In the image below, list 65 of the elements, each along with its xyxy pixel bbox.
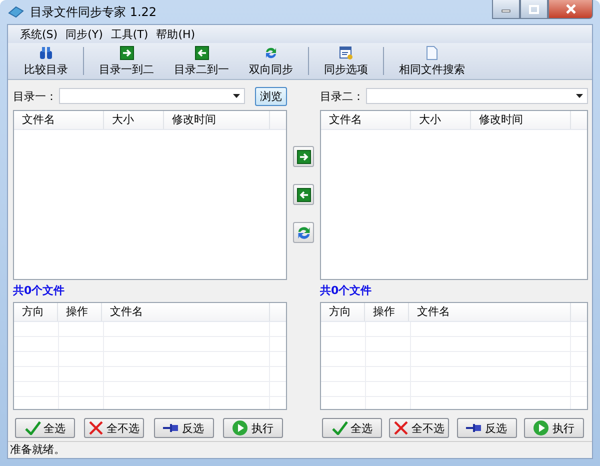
- file-count: 共0个文件: [13, 283, 66, 299]
- document-icon: [425, 46, 439, 60]
- cross-icon: [89, 421, 104, 435]
- action-button[interactable]: 执行: [524, 418, 584, 438]
- directory-label: 目录二：: [320, 88, 364, 104]
- toolbar-button[interactable]: 比较目录: [14, 43, 78, 79]
- checkmark-icon: [332, 421, 348, 435]
- column-header[interactable]: 文件名: [102, 303, 270, 321]
- close-icon: [564, 4, 576, 14]
- column-header[interactable]: 文件名: [14, 111, 104, 129]
- status-text: 准备就绪。: [10, 443, 65, 456]
- toolbar-button[interactable]: 相同文件搜索: [389, 43, 475, 79]
- sync-icon: [264, 46, 278, 60]
- column-header[interactable]: 操作: [58, 303, 102, 321]
- arrow-left-icon: [194, 46, 208, 60]
- column-header[interactable]: 方向: [321, 303, 365, 321]
- toolbar-button[interactable]: 双向同步: [239, 43, 303, 79]
- browse-button[interactable]: 浏览: [255, 86, 287, 106]
- action-button[interactable]: 全不选: [389, 418, 450, 438]
- play-icon: [232, 420, 248, 436]
- arrow-right-icon: [296, 150, 310, 164]
- directory-label: 目录一：: [13, 88, 57, 104]
- dropdown-arrow-icon: [576, 94, 583, 98]
- maximize-button[interactable]: [520, 0, 548, 19]
- cross-icon: [394, 421, 408, 435]
- menu-item[interactable]: 工具(T): [110, 26, 148, 42]
- arrow-right-icon: [120, 46, 134, 60]
- column-header[interactable]: 文件名: [321, 111, 411, 129]
- copy-right-button[interactable]: [293, 146, 314, 167]
- maximize-icon: [529, 4, 539, 14]
- action-button[interactable]: 全不选: [84, 418, 144, 438]
- pin-icon: [466, 423, 482, 433]
- toolbar-button[interactable]: 目录一到二: [89, 43, 164, 79]
- binoculars-icon: [39, 46, 53, 60]
- pin-icon: [163, 423, 180, 433]
- action-button[interactable]: 全选: [15, 418, 75, 438]
- sync-icon: [296, 224, 312, 240]
- copy-left-button[interactable]: [293, 184, 314, 205]
- checkmark-icon: [24, 421, 40, 435]
- column-header[interactable]: 大小: [104, 111, 164, 129]
- column-header[interactable]: 修改时间: [164, 111, 270, 129]
- close-button[interactable]: [548, 0, 593, 19]
- sync-button[interactable]: [293, 222, 314, 243]
- minimize-button[interactable]: [492, 0, 520, 19]
- action-button[interactable]: 反选: [456, 418, 517, 438]
- file-count: 共0个文件: [320, 283, 373, 299]
- action-button[interactable]: 全选: [322, 418, 382, 438]
- column-header[interactable]: 操作: [365, 303, 409, 321]
- column-header[interactable]: 修改时间: [471, 111, 571, 129]
- toolbar-button[interactable]: 目录二到一: [164, 43, 239, 79]
- menu-item[interactable]: 系统(S): [20, 26, 58, 42]
- options-icon: [339, 46, 353, 60]
- column-header[interactable]: 方向: [14, 303, 58, 321]
- column-header[interactable]: 文件名: [409, 303, 571, 321]
- menu-item[interactable]: 帮助(H): [156, 26, 196, 42]
- app-icon: [8, 4, 24, 20]
- menu-item[interactable]: 同步(Y): [66, 26, 103, 42]
- action-button[interactable]: 反选: [154, 418, 214, 438]
- toolbar-button[interactable]: 同步选项: [314, 43, 378, 79]
- play-icon: [533, 420, 550, 436]
- dropdown-arrow-icon: [233, 94, 240, 98]
- column-header[interactable]: 大小: [411, 111, 471, 129]
- window-title: 目录文件同步专家 1.22: [30, 4, 157, 20]
- arrow-left-icon: [296, 188, 310, 202]
- action-button[interactable]: 执行: [222, 418, 283, 438]
